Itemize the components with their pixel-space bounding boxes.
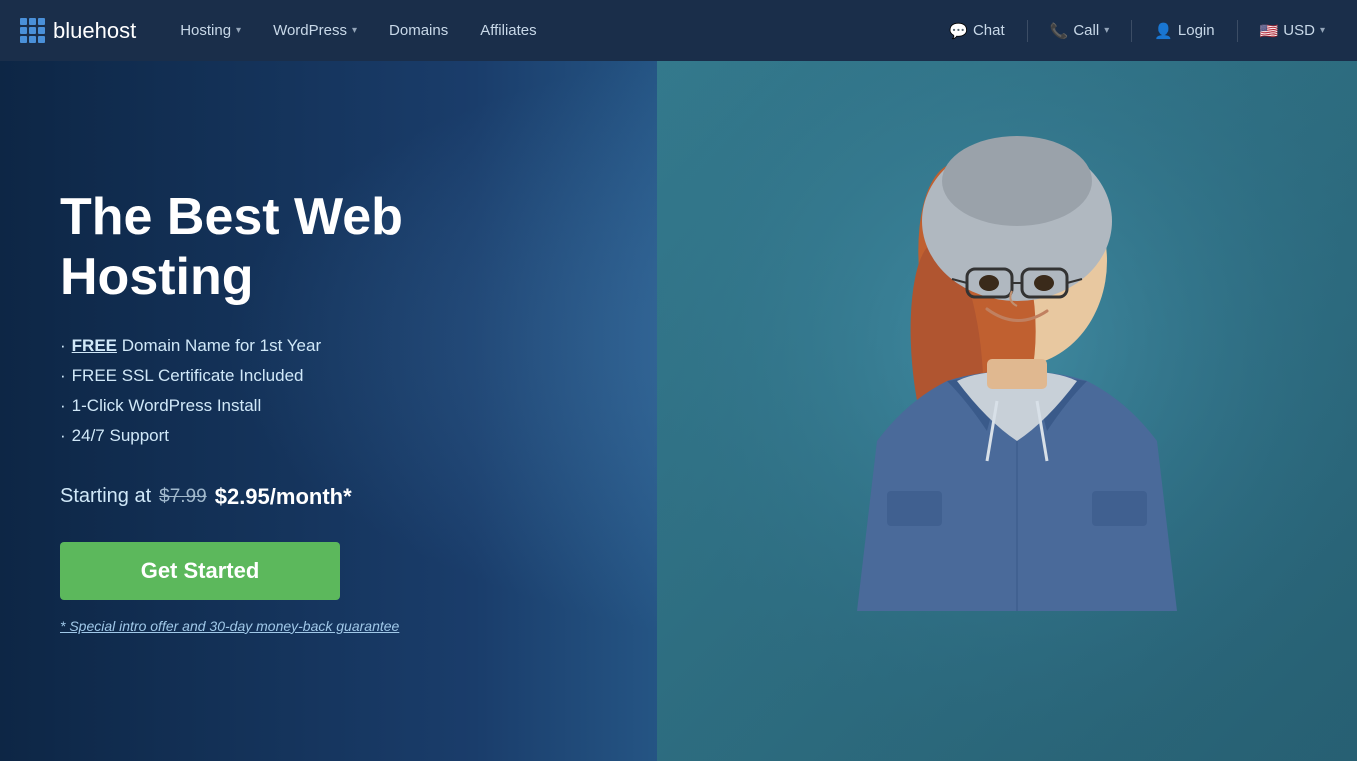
phone-icon: 📞 — [1050, 22, 1069, 40]
bullet-2: · — [60, 366, 66, 386]
nav-divider — [1131, 20, 1132, 42]
hero-content: The Best Web Hosting · FREE Domain Name … — [0, 61, 640, 761]
grid-cell — [29, 18, 36, 25]
nav-hosting-label: Hosting — [180, 22, 231, 39]
bullet-3: · — [60, 396, 66, 416]
hero-features-list: · FREE Domain Name for 1st Year · FREE S… — [60, 336, 580, 456]
nav-domains-label: Domains — [389, 22, 448, 39]
user-icon: 👤 — [1154, 22, 1173, 40]
nav-affiliates[interactable]: Affiliates — [466, 14, 550, 47]
grid-cell — [20, 18, 27, 25]
grid-cell — [38, 27, 45, 34]
feature-support-text: 24/7 Support — [72, 426, 169, 446]
nav-links: Hosting ▾ WordPress ▾ Domains Affiliates — [166, 14, 937, 47]
free-label: FREE — [72, 336, 117, 355]
feature-item-ssl: · FREE SSL Certificate Included — [60, 366, 580, 386]
nav-affiliates-label: Affiliates — [480, 22, 536, 39]
grid-cell — [38, 18, 45, 25]
chevron-down-icon: ▾ — [1320, 25, 1325, 36]
feature-wp-text: 1-Click WordPress Install — [72, 396, 262, 416]
nav-usd-label: USD — [1283, 22, 1315, 39]
hero-title: The Best Web Hosting — [60, 188, 580, 308]
grid-cell — [38, 36, 45, 43]
nav-right: 💬 Chat 📞 Call ▾ 👤 Login 🇺🇸 USD ▾ — [937, 14, 1337, 48]
chat-icon: 💬 — [949, 22, 968, 40]
nav-call-label: Call — [1073, 22, 1099, 39]
nav-hosting[interactable]: Hosting ▾ — [166, 14, 255, 47]
feature-item-wordpress: · 1-Click WordPress Install — [60, 396, 580, 416]
nav-domains[interactable]: Domains — [375, 14, 462, 47]
grid-cell — [20, 27, 27, 34]
nav-login[interactable]: 👤 Login — [1142, 14, 1226, 48]
nav-chat[interactable]: 💬 Chat — [937, 14, 1016, 48]
price-old: $7.99 — [159, 486, 207, 508]
navbar: bluehost Hosting ▾ WordPress ▾ Domains A… — [0, 0, 1357, 61]
feature-item-support: · 24/7 Support — [60, 426, 580, 446]
feature-domain-text: FREE Domain Name for 1st Year — [72, 336, 321, 356]
nav-divider — [1027, 20, 1028, 42]
chevron-down-icon: ▾ — [1104, 25, 1109, 36]
nav-chat-label: Chat — [973, 22, 1005, 39]
nav-divider — [1237, 20, 1238, 42]
brand-logo[interactable]: bluehost — [20, 18, 136, 44]
pricing-label: Starting at — [60, 485, 151, 508]
flag-icon: 🇺🇸 — [1260, 22, 1279, 40]
price-new: $2.95/month* — [215, 484, 352, 510]
nav-login-label: Login — [1178, 22, 1215, 39]
nav-wordpress-label: WordPress — [273, 22, 347, 39]
nav-call[interactable]: 📞 Call ▾ — [1038, 14, 1122, 48]
grid-cell — [20, 36, 27, 43]
brand-grid-icon — [20, 18, 45, 43]
get-started-button[interactable]: Get Started — [60, 542, 340, 600]
hero-section: The Best Web Hosting · FREE Domain Name … — [0, 0, 1357, 761]
chevron-down-icon: ▾ — [352, 25, 357, 36]
feature-ssl-text: FREE SSL Certificate Included — [72, 366, 304, 386]
bullet-1: · — [60, 336, 66, 356]
nav-usd[interactable]: 🇺🇸 USD ▾ — [1248, 14, 1337, 48]
feature-item-domain: · FREE Domain Name for 1st Year — [60, 336, 580, 356]
brand-name: bluehost — [53, 18, 136, 44]
grid-cell — [29, 27, 36, 34]
nav-wordpress[interactable]: WordPress ▾ — [259, 14, 371, 47]
chevron-down-icon: ▾ — [236, 25, 241, 36]
bullet-4: · — [60, 426, 66, 446]
hero-pricing: Starting at $7.99 $2.95/month* — [60, 484, 580, 510]
disclaimer-link[interactable]: * Special intro offer and 30-day money-b… — [60, 618, 580, 634]
grid-cell — [29, 36, 36, 43]
